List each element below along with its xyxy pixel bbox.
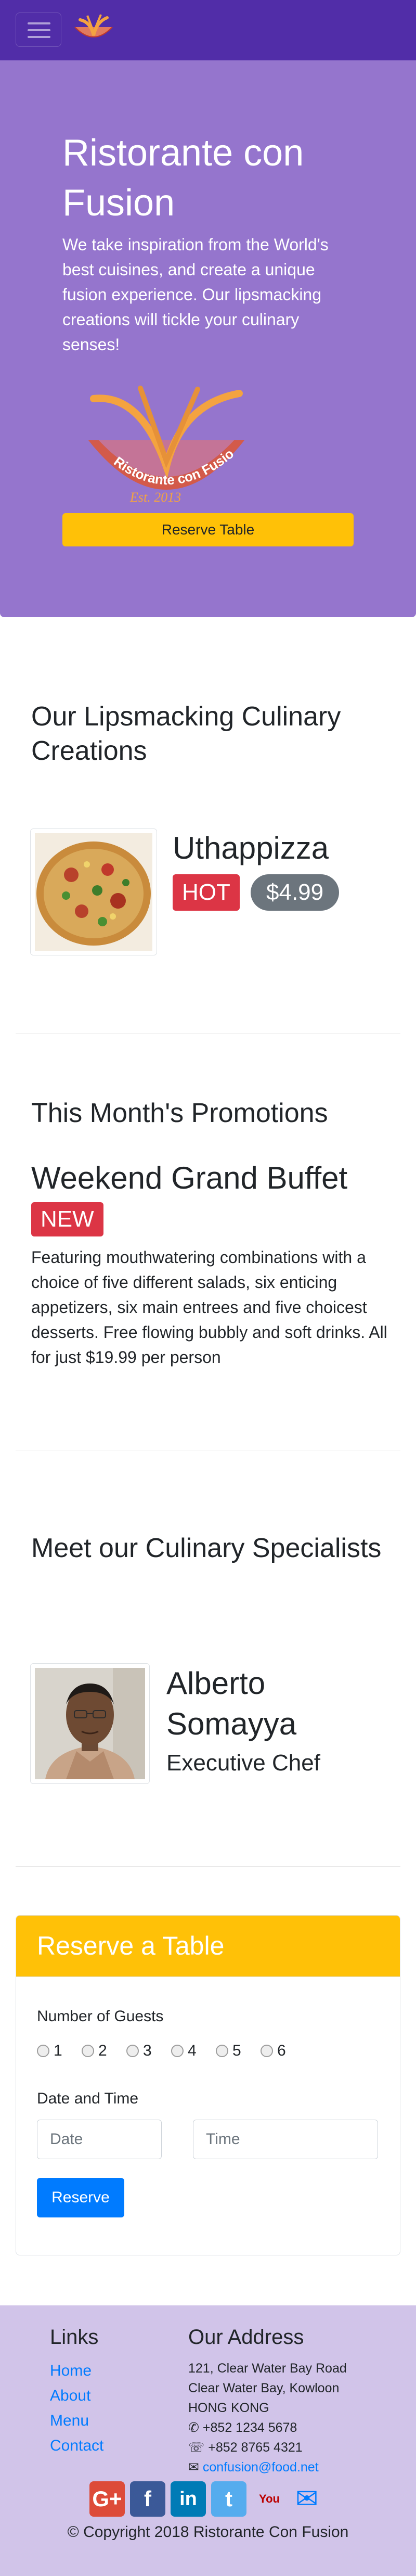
fax-icon: ☏ [188, 2440, 205, 2455]
guest-radio-5[interactable]: 5 [216, 2041, 241, 2061]
hero-jumbotron: Ristorante con Fusion We take inspiratio… [0, 60, 416, 617]
promotion-name: Weekend Grand Buffet [31, 1161, 348, 1195]
youtube-icon[interactable]: You [252, 2481, 287, 2517]
section-divider [16, 1866, 400, 1867]
radio-icon [37, 2045, 49, 2057]
leader-photo[interactable] [30, 1663, 150, 1784]
footer-link-about[interactable]: About [50, 2383, 90, 2408]
navbar [0, 0, 416, 60]
leader-designation: Executive Chef [166, 1750, 320, 1776]
radio-icon [261, 2045, 273, 2057]
leader-name: Alberto Somayya [166, 1666, 297, 1741]
mail-icon[interactable]: ✉ [289, 2481, 324, 2517]
promotion-description: Featuring mouthwatering combinations wit… [31, 1248, 387, 1367]
phone-line: ✆ +852 1234 5678 [188, 2418, 297, 2438]
copyright-text: © Copyright 2018 Ristorante Con Fusion [67, 2523, 349, 2541]
guests-label: Number of Guests [37, 2008, 164, 2025]
hero-description: We take inspiration from the World's bes… [62, 235, 329, 354]
hot-badge: HOT [173, 874, 240, 911]
reserve-submit-button[interactable]: Reserve [37, 2178, 124, 2217]
address-line: Clear Water Bay, Kowloon [188, 2381, 340, 2395]
pizza-image [35, 833, 152, 951]
chef-portrait-image [35, 1668, 145, 1779]
new-badge: NEW [31, 1202, 103, 1236]
reservation-header: Reserve a Table [16, 1916, 400, 1977]
fax-line: ☏ +852 8765 4321 [188, 2438, 303, 2457]
dish-name: Uthappizza [173, 831, 329, 865]
footer-link-menu[interactable]: Menu [50, 2408, 89, 2433]
twitter-icon[interactable]: t [211, 2481, 246, 2517]
guest-radio-3[interactable]: 3 [126, 2041, 152, 2061]
address-line: 121, Clear Water Bay Road [188, 2361, 347, 2376]
hamburger-menu-icon[interactable] [16, 12, 61, 47]
datetime-label: Date and Time [37, 2090, 139, 2107]
email-link[interactable]: confusion@food.net [203, 2460, 319, 2475]
restaurant-logo-icon[interactable] [70, 11, 118, 48]
price-badge: $4.99 [251, 874, 340, 911]
leaders-heading: Meet our Culinary Specialists [31, 1533, 382, 1563]
hero-title: Ristorante con Fusion [62, 132, 304, 224]
radio-icon [126, 2045, 139, 2057]
logo-established-text: Est. 2013 [129, 490, 181, 505]
radio-icon [216, 2045, 228, 2057]
reservation-card: Reserve a Table Number of Guests 1 2 3 4… [16, 1915, 400, 2255]
envelope-icon: ✉ [188, 2460, 199, 2475]
radio-icon [171, 2045, 184, 2057]
footer-link-home[interactable]: Home [50, 2358, 92, 2383]
date-input[interactable]: Date [37, 2120, 162, 2159]
facebook-icon[interactable]: f [130, 2481, 165, 2517]
guest-radio-6[interactable]: 6 [261, 2041, 286, 2061]
guest-radio-4[interactable]: 4 [171, 2041, 197, 2061]
google-plus-icon[interactable]: G+ [89, 2481, 125, 2517]
fax-number: +852 8765 4321 [208, 2440, 303, 2455]
email-line: ✉ confusion@food.net [188, 2457, 319, 2477]
footer-links-heading: Links [50, 2326, 99, 2349]
address-line: HONG KONG [188, 2401, 269, 2415]
time-input[interactable]: Time [193, 2120, 378, 2159]
promotions-heading: This Month's Promotions [31, 1098, 328, 1128]
guest-radio-1[interactable]: 1 [37, 2041, 62, 2061]
guest-radio-2[interactable]: 2 [82, 2041, 107, 2061]
restaurant-logo-large-icon: Ristorante con Fusion Est. 2013 [78, 383, 244, 505]
footer-address-heading: Our Address [188, 2326, 304, 2349]
dish-image[interactable] [30, 828, 157, 955]
phone-icon: ✆ [188, 2420, 199, 2435]
linkedin-icon[interactable]: in [171, 2481, 206, 2517]
radio-icon [82, 2045, 94, 2057]
reserve-table-button[interactable]: Reserve Table [62, 513, 354, 546]
phone-number: +852 1234 5678 [202, 2420, 297, 2435]
reservation-title: Reserve a Table [37, 1931, 225, 1960]
footer-link-contact[interactable]: Contact [50, 2433, 103, 2458]
dishes-heading: Our Lipsmacking Culinary Creations [31, 702, 341, 766]
